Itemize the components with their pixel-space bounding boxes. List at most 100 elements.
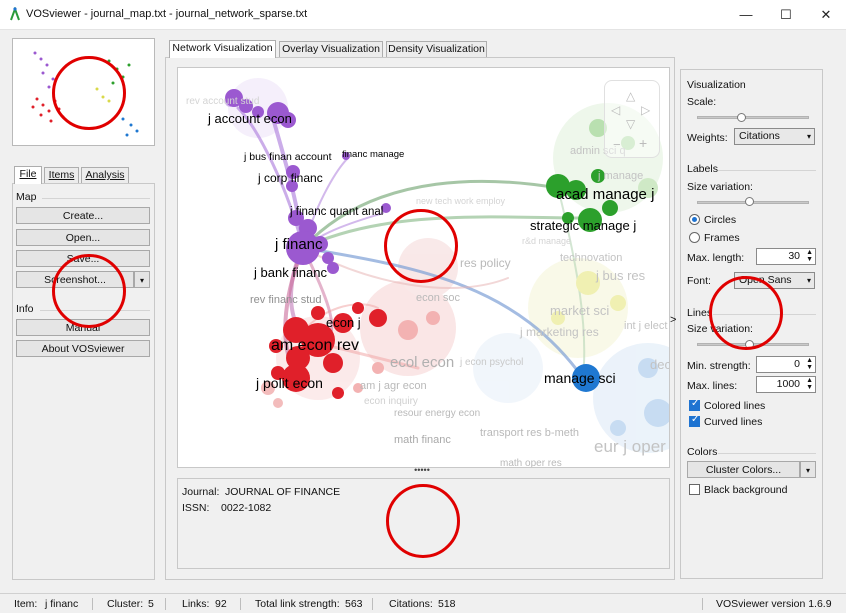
status-divider xyxy=(165,598,166,610)
node-label[interactable]: j econ psychol xyxy=(459,357,523,368)
node-label[interactable]: j marketing res xyxy=(519,325,599,339)
vosviewer-logo-icon xyxy=(10,7,20,21)
max-lines-label: Max. lines: xyxy=(687,380,738,392)
min-strength-spinner[interactable]: 0 ▲ ▼ xyxy=(756,356,816,373)
node-label[interactable]: am j agr econ xyxy=(360,380,427,392)
cluster-colors-button[interactable]: Cluster Colors... xyxy=(687,461,800,478)
max-length-spinner[interactable]: 30 ▲ ▼ xyxy=(756,248,816,265)
colors-section-divider xyxy=(718,453,816,454)
close-window-button[interactable]: ✕ xyxy=(806,0,846,30)
scale-label: Scale: xyxy=(687,96,717,108)
black-background-checkbox[interactable] xyxy=(689,484,700,495)
labels-section-divider xyxy=(718,170,816,171)
map-section-label: Map xyxy=(16,191,37,203)
node-label[interactable]: econ inquiry xyxy=(364,396,418,407)
node-label[interactable]: j corp financ xyxy=(257,171,323,185)
pan-up-icon[interactable]: △ xyxy=(626,89,635,103)
tab-file[interactable]: File xyxy=(14,166,42,184)
min-strength-label: Min. strength: xyxy=(687,360,751,372)
scale-slider-thumb[interactable] xyxy=(737,113,746,122)
window-title: VOSviewer - journal_map.txt - journal_ne… xyxy=(26,8,308,20)
maximize-button[interactable]: ☐ xyxy=(766,0,806,30)
annotation-circle xyxy=(384,209,458,283)
chevron-down-icon: ▾ xyxy=(805,466,810,475)
zoom-out-icon[interactable]: − xyxy=(613,137,621,152)
node-label[interactable]: transport res b-meth xyxy=(480,427,579,439)
tab-items[interactable]: Items xyxy=(44,167,79,184)
circles-radio[interactable] xyxy=(689,214,700,225)
weights-select[interactable]: Citations ▾ xyxy=(734,128,815,145)
node-label[interactable]: eur j oper xyxy=(594,437,666,456)
circles-label: Circles xyxy=(704,214,737,226)
minimize-button[interactable]: — xyxy=(726,0,766,30)
node-label[interactable]: res policy xyxy=(460,256,511,270)
node-label[interactable]: strategic manage j xyxy=(530,218,636,233)
node-label[interactable]: new tech work employ xyxy=(416,196,506,206)
title-bar: VOSviewer - journal_map.txt - journal_ne… xyxy=(0,0,846,30)
cluster-colors-dropdown-button[interactable]: ▾ xyxy=(800,461,816,478)
node-label[interactable]: math financ xyxy=(394,434,451,446)
open-button[interactable]: Open... xyxy=(16,229,150,246)
node-label[interactable]: r&d manage xyxy=(522,236,571,246)
node-label[interactable]: am econ rev xyxy=(271,337,359,354)
tab-network-visualization[interactable]: Network Visualization xyxy=(169,40,276,58)
node-label[interactable]: math oper res xyxy=(500,458,562,468)
node-label[interactable]: manage sci xyxy=(544,370,616,386)
chevron-down-icon: ▾ xyxy=(806,276,811,285)
pan-zoom-control[interactable]: △ ◁ ▷ ▽ − + xyxy=(604,80,660,158)
node-label[interactable]: j account econ xyxy=(207,111,292,126)
node-label[interactable]: int j elect xyxy=(624,320,667,332)
spin-arrows-icon: ▲ ▼ xyxy=(806,249,813,263)
node-label[interactable]: resour energy econ xyxy=(394,408,480,419)
node-label[interactable]: acad manage j xyxy=(556,186,654,203)
node-label[interactable]: j financ xyxy=(274,236,323,253)
pan-down-icon[interactable]: ▽ xyxy=(626,117,635,131)
annotation-circle xyxy=(386,484,460,558)
collapse-right-panel-button[interactable]: > xyxy=(670,314,676,326)
scale-slider-track[interactable] xyxy=(697,116,809,119)
status-citations-label: Citations: xyxy=(389,598,433,610)
pan-right-icon[interactable]: ▷ xyxy=(641,103,650,117)
max-lines-spinner[interactable]: 1000 ▲ ▼ xyxy=(756,376,816,393)
issn-value: 0022-1082 xyxy=(221,502,272,514)
node-label[interactable]: j bus finan account xyxy=(243,151,332,163)
node-label[interactable]: econ soc xyxy=(416,292,461,304)
zoom-in-icon[interactable]: + xyxy=(639,135,647,151)
tab-density-visualization[interactable]: Density Visualization xyxy=(386,41,487,58)
pan-left-icon[interactable]: ◁ xyxy=(611,103,620,117)
tab-analysis[interactable]: Analysis xyxy=(81,167,129,184)
panel-splitter-handle[interactable]: ••••• xyxy=(407,466,437,475)
annotation-circle xyxy=(52,254,126,328)
node-label[interactable]: rev financ stud xyxy=(250,294,322,306)
node-label[interactable]: ecol econ xyxy=(390,354,454,371)
node-label[interactable]: j polit econ xyxy=(255,375,323,391)
node-label[interactable]: j financ quant anal xyxy=(289,206,383,218)
node-label[interactable]: j bank financ xyxy=(253,265,327,280)
node-label[interactable]: financ manage xyxy=(342,149,404,160)
node-label[interactable]: dec xyxy=(650,357,670,372)
black-background-label: Black background xyxy=(704,484,788,496)
screenshot-dropdown-button[interactable]: ▾ xyxy=(134,271,150,288)
create-button[interactable]: Create... xyxy=(16,207,150,224)
node-label[interactable]: j manage xyxy=(597,170,643,182)
about-vosviewer-button[interactable]: About VOSviewer xyxy=(16,340,150,357)
annotation-circle xyxy=(52,56,126,130)
status-bar: Item: j financ Cluster: 5 Links: 92 Tota… xyxy=(0,593,846,613)
label-size-slider-thumb[interactable] xyxy=(745,197,754,206)
node-label[interactable]: j bus res xyxy=(595,268,646,283)
colored-lines-checkbox[interactable] xyxy=(689,398,700,411)
status-links-label: Links: xyxy=(182,598,210,610)
frames-label: Frames xyxy=(704,232,740,244)
status-divider xyxy=(702,598,703,610)
spin-arrows-icon: ▲ ▼ xyxy=(806,377,813,391)
curved-lines-checkbox[interactable] xyxy=(689,414,700,427)
tab-overlay-visualization[interactable]: Overlay Visualization xyxy=(279,41,383,58)
node-label[interactable]: technovation xyxy=(560,252,622,264)
status-citations-value: 518 xyxy=(438,598,456,610)
node-label[interactable]: rev account stud xyxy=(186,96,259,107)
issn-label: ISSN: xyxy=(182,502,210,514)
weights-label: Weights: xyxy=(687,132,728,144)
node-label[interactable]: econ j xyxy=(326,315,361,330)
node-label[interactable]: market sci xyxy=(550,303,609,318)
frames-radio[interactable] xyxy=(689,232,700,243)
